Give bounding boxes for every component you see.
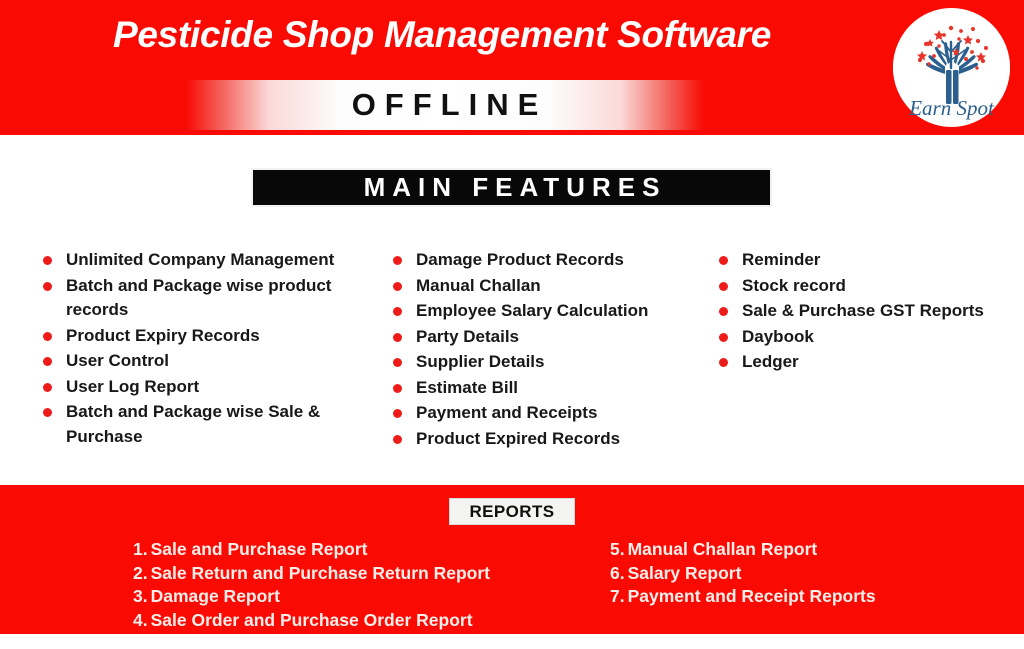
report-label: Manual Challan Report <box>627 539 818 559</box>
bullet-icon <box>43 281 52 291</box>
feature-label: User Control <box>66 351 169 370</box>
feature-label: Reminder <box>742 250 821 269</box>
feature-item: Party Details <box>388 325 698 350</box>
features-column-3: Reminder Stock record Sale & Purchase GS… <box>714 248 1014 376</box>
main-features-heading-bar: MAIN FEATURES <box>251 168 772 207</box>
feature-item: Product Expired Records <box>388 427 698 452</box>
feature-label: Estimate Bill <box>416 377 519 397</box>
bullet-icon <box>393 409 402 418</box>
report-item: 1. Sale and Purchase Report <box>133 538 603 562</box>
features-column-2: Damage Product Records Manual Challan Em… <box>388 248 698 452</box>
feature-label: Stock record <box>742 275 846 295</box>
bullet-icon <box>719 332 728 342</box>
feature-label: Ledger <box>742 352 799 371</box>
reports-section: REPORTS 1. Sale and Purchase Report 2. Sal… <box>0 485 1024 634</box>
report-number: 5. <box>610 539 625 559</box>
report-label: Sale Return and Purchase Return Report <box>150 562 490 583</box>
feature-label: Unlimited Company Management <box>66 250 335 269</box>
report-label: Sale and Purchase Report <box>150 539 368 559</box>
feature-label: Supplier Details <box>416 352 545 371</box>
bullet-icon <box>393 383 402 393</box>
feature-item: User Log Report <box>38 375 368 400</box>
report-item: 3. Damage Report <box>133 585 603 609</box>
report-item: 7. Payment and Receipt Reports <box>610 585 1010 609</box>
earn-spot-logo: Earn Spot <box>893 8 1010 127</box>
promotional-banner: Pesticide Shop Management Software OFFLI… <box>0 0 1024 649</box>
feature-item: Ledger <box>714 350 1014 375</box>
feature-label: Product Expired Records <box>416 428 621 448</box>
feature-item: Payment and Receipts <box>388 401 698 426</box>
feature-item: Sale & Purchase GST Reports <box>714 299 1014 324</box>
feature-label: Batch and Package wise Sale & Purchase <box>66 402 321 446</box>
feature-item: Damage Product Records <box>388 248 698 273</box>
report-number: 2. <box>133 562 148 583</box>
offline-label: OFFLINE <box>351 87 548 122</box>
feature-label: User Log Report <box>66 376 200 396</box>
report-label: Salary Report <box>627 562 742 583</box>
page-title: Pesticide Shop Management Software <box>112 14 771 55</box>
bullet-icon <box>393 307 402 316</box>
report-item: 6. Salary Report <box>610 562 1010 586</box>
features-column-1: Unlimited Company Management Batch and P… <box>38 248 368 450</box>
feature-label: Damage Product Records <box>416 250 624 269</box>
bottom-strip <box>0 634 1024 649</box>
bullet-icon <box>43 331 52 341</box>
bullet-icon <box>393 434 402 444</box>
bullet-icon <box>393 358 402 367</box>
feature-label: Payment and Receipts <box>416 403 598 422</box>
report-number: 4. <box>133 609 148 630</box>
feature-item: Reminder <box>714 248 1014 273</box>
report-number: 7. <box>610 586 625 606</box>
logo-wordmark: Earn Spot <box>908 96 995 120</box>
feature-label: Manual Challan <box>416 275 541 295</box>
feature-label: Party Details <box>416 326 519 346</box>
bullet-icon <box>393 281 402 291</box>
feature-item: Batch and Package wise Sale & Purchase <box>38 400 368 449</box>
feature-item: Daybook <box>714 325 1014 350</box>
offline-badge: OFFLINE <box>186 80 704 130</box>
feature-item: Manual Challan <box>388 274 698 299</box>
report-number: 6. <box>610 562 625 583</box>
bullet-icon <box>43 357 52 366</box>
bullet-icon <box>393 332 402 342</box>
bullet-icon <box>43 256 52 265</box>
bullet-icon <box>43 408 52 417</box>
feature-item: Employee Salary Calculation <box>388 299 698 324</box>
feature-label: Sale & Purchase GST Reports <box>742 301 984 320</box>
features-list: Unlimited Company Management Batch and P… <box>0 248 1024 453</box>
report-item: 4. Sale Order and Purchase Order Report <box>133 609 603 633</box>
feature-item: Product Expiry Records <box>38 324 368 349</box>
bullet-icon <box>719 307 728 316</box>
feature-item: Supplier Details <box>388 350 698 375</box>
reports-column-right: 5. Manual Challan Report 6. Salary Report … <box>610 538 1010 609</box>
header-banner: Pesticide Shop Management Software OFFLI… <box>0 0 1024 135</box>
feature-item: Stock record <box>714 274 1014 299</box>
feature-label: Employee Salary Calculation <box>416 301 649 320</box>
bullet-icon <box>719 358 728 367</box>
reports-heading-box: REPORTS <box>449 498 575 525</box>
report-item: 2. Sale Return and Purchase Return Report <box>133 562 603 586</box>
reports-column-left: 1. Sale and Purchase Report 2. Sale Return… <box>133 538 603 632</box>
bullet-icon <box>43 382 52 392</box>
feature-item: User Control <box>38 349 368 374</box>
reports-heading: REPORTS <box>469 502 555 521</box>
main-features-heading: MAIN FEATURES <box>363 172 667 202</box>
report-label: Sale Order and Purchase Order Report <box>150 609 473 630</box>
feature-item: Estimate Bill <box>388 376 698 401</box>
report-number: 3. <box>133 586 148 606</box>
report-number: 1. <box>133 539 148 559</box>
report-label: Payment and Receipt Reports <box>627 586 876 606</box>
feature-item: Batch and Package wise product records <box>38 274 368 323</box>
feature-label: Daybook <box>742 326 814 346</box>
bullet-icon <box>393 256 402 265</box>
report-item: 5. Manual Challan Report <box>610 538 1010 562</box>
feature-label: Batch and Package wise product records <box>66 275 332 320</box>
feature-label: Product Expiry Records <box>66 325 260 345</box>
bullet-icon <box>719 281 728 291</box>
bullet-icon <box>719 256 728 265</box>
report-label: Damage Report <box>150 586 280 606</box>
feature-item: Unlimited Company Management <box>38 248 368 273</box>
